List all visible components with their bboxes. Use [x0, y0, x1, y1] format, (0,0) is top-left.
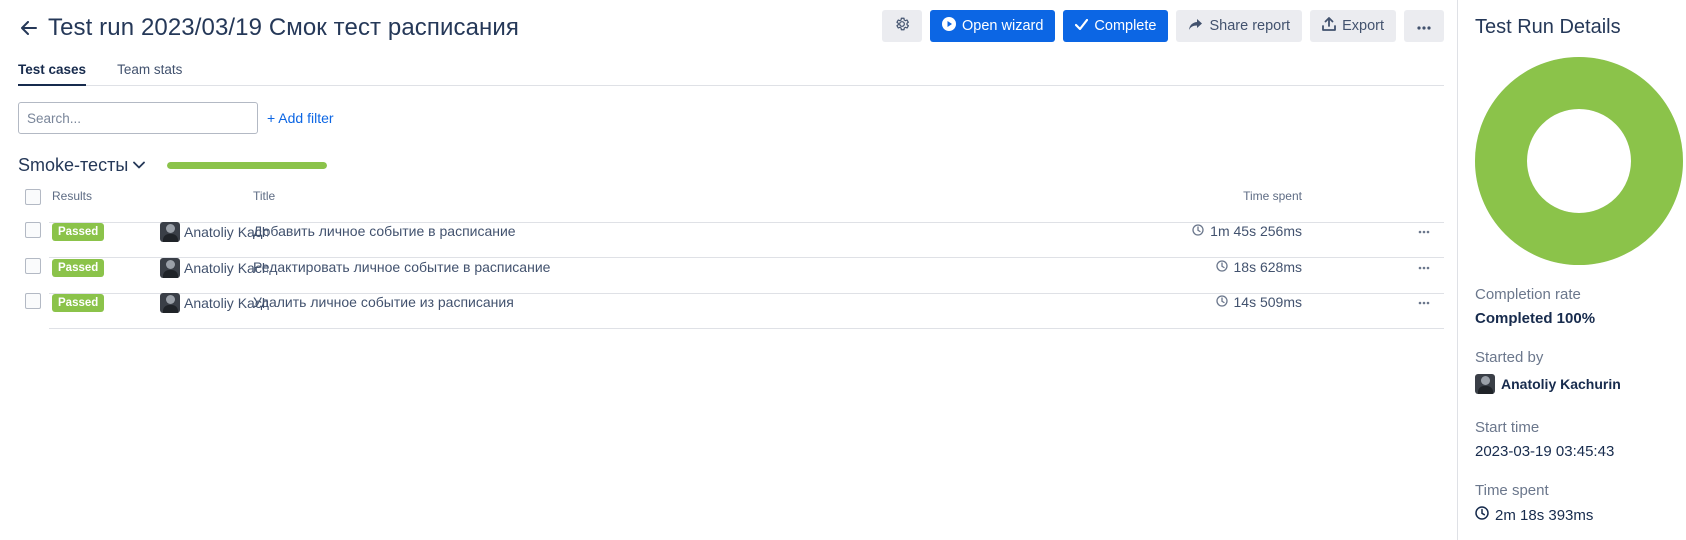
- start-time-value: 2023-03-19 03:45:43: [1475, 443, 1615, 460]
- export-button[interactable]: Export: [1310, 10, 1396, 42]
- add-filter-link[interactable]: + Add filter: [267, 110, 334, 126]
- row-divider: [49, 328, 1444, 329]
- clock-icon: [1215, 259, 1228, 275]
- share-icon: [1188, 18, 1203, 35]
- time-spent-label: Time spent: [1475, 482, 1549, 499]
- more-icon: [1417, 18, 1431, 34]
- suite-progress-bar: [167, 161, 328, 169]
- export-label: Export: [1342, 18, 1384, 34]
- assignee: Anatoliy Kachurin: [160, 222, 268, 242]
- suite-header: Smoke-тесты: [18, 152, 328, 178]
- play-circle-icon: [942, 17, 956, 35]
- case-title[interactable]: Редактировать личное событие в расписани…: [253, 259, 550, 275]
- open-wizard-label: Open wizard: [962, 18, 1044, 34]
- completion-rate-label: Completion rate: [1475, 286, 1581, 303]
- completion-rate-value: Completed 100%: [1475, 310, 1596, 327]
- case-title[interactable]: Удалить личное событие из расписания: [253, 294, 514, 310]
- donut-completed-arc: [1475, 57, 1683, 265]
- row-more-icon[interactable]: [1410, 294, 1438, 312]
- tab-test-cases[interactable]: Test cases: [18, 62, 87, 86]
- details-title: Test Run Details: [1475, 16, 1621, 38]
- table-row[interactable]: Passed Anatoliy Kachurin Редактировать л…: [18, 258, 1444, 297]
- avatar: [160, 222, 180, 242]
- complete-button[interactable]: Complete: [1063, 10, 1169, 42]
- settings-button[interactable]: [882, 10, 922, 42]
- suite-name: Smoke-тесты: [18, 154, 129, 175]
- completion-donut-chart: [1475, 57, 1683, 265]
- status-badge: Passed: [52, 223, 105, 241]
- started-by-value: Anatoliy Kachurin: [1475, 374, 1621, 394]
- case-time: 18s 628ms: [1215, 259, 1302, 275]
- started-by-name: Anatoliy Kachurin: [1501, 376, 1621, 392]
- share-report-label: Share report: [1209, 18, 1291, 34]
- row-checkbox[interactable]: [25, 222, 41, 238]
- case-title[interactable]: Добавить личное событие в расписание: [253, 223, 516, 239]
- column-results: Results: [52, 189, 93, 203]
- case-time-value: 14s 509ms: [1233, 294, 1302, 310]
- gear-icon: [894, 16, 910, 36]
- page-title: Test run 2023/03/19 Смок тест расписания: [48, 14, 520, 41]
- more-actions-button[interactable]: [1404, 10, 1444, 42]
- main-area: Test run 2023/03/19 Смок тест расписания…: [18, 0, 1444, 540]
- back-arrow-icon[interactable]: [18, 17, 40, 39]
- details-panel: Test Run Details Completion rate Complet…: [1457, 0, 1686, 540]
- case-time-value: 1m 45s 256ms: [1210, 223, 1302, 239]
- case-time: 1m 45s 256ms: [1192, 223, 1302, 239]
- avatar: [160, 258, 180, 278]
- avatar: [1475, 374, 1495, 394]
- started-by-label: Started by: [1475, 349, 1544, 366]
- row-checkbox[interactable]: [25, 258, 41, 274]
- column-time-spent: Time spent: [1243, 189, 1302, 203]
- header-toolbar: Open wizard Complete Share report Export: [882, 10, 1444, 42]
- assignee: Anatoliy Kachurin: [160, 293, 268, 313]
- tab-bar: Test cases Team stats: [18, 62, 1444, 86]
- clock-icon: [1215, 294, 1228, 310]
- export-icon: [1322, 17, 1336, 35]
- page-header: Test run 2023/03/19 Смок тест расписания…: [18, 10, 1444, 46]
- status-badge: Passed: [52, 259, 105, 277]
- time-spent-total: 2m 18s 393ms: [1495, 506, 1594, 524]
- case-time: 14s 509ms: [1215, 294, 1302, 310]
- filter-row: + Add filter: [18, 102, 334, 134]
- open-wizard-button[interactable]: Open wizard: [930, 10, 1056, 42]
- column-title: Title: [253, 189, 276, 203]
- select-all-checkbox[interactable]: [25, 189, 41, 205]
- table-row[interactable]: Passed Anatoliy Kachurin Удалить личное …: [18, 293, 1444, 332]
- start-time-label: Start time: [1475, 419, 1540, 436]
- search-input[interactable]: [18, 102, 258, 134]
- time-spent-value: 2m 18s 393ms: [1475, 506, 1593, 524]
- share-report-button[interactable]: Share report: [1176, 10, 1303, 42]
- table-row[interactable]: Passed Anatoliy Kachurin Добавить личное…: [18, 222, 1444, 261]
- row-checkbox[interactable]: [25, 293, 41, 309]
- status-badge: Passed: [52, 294, 105, 312]
- row-more-icon[interactable]: [1410, 259, 1438, 277]
- suite-progress-fill: [167, 161, 328, 169]
- clock-icon: [1192, 223, 1204, 239]
- tab-team-stats[interactable]: Team stats: [117, 62, 182, 86]
- chevron-down-icon[interactable]: [133, 157, 149, 173]
- check-icon: [1075, 18, 1089, 34]
- row-more-icon[interactable]: [1410, 223, 1438, 241]
- avatar: [160, 293, 180, 313]
- case-time-value: 18s 628ms: [1233, 259, 1302, 275]
- complete-label: Complete: [1094, 18, 1157, 34]
- table-header: Results Title Time spent: [18, 189, 1444, 223]
- clock-icon: [1475, 506, 1489, 524]
- assignee: Anatoliy Kachurin: [160, 258, 268, 278]
